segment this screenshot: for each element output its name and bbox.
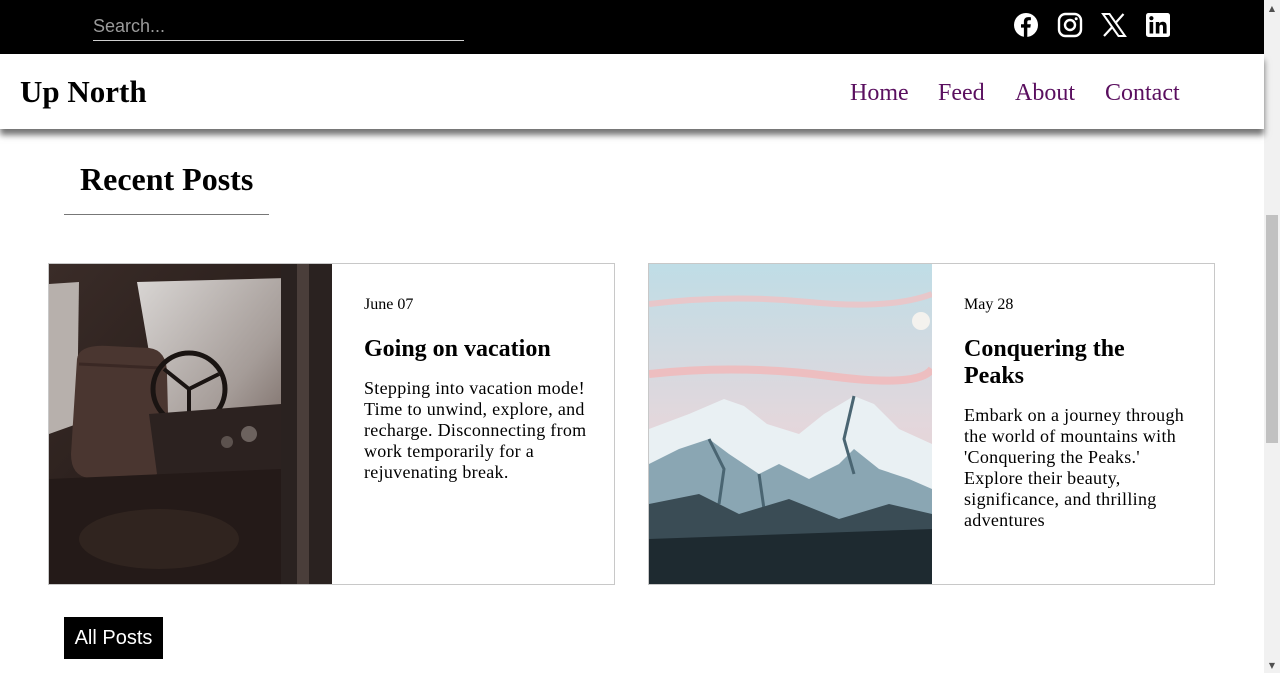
scroll-up-icon[interactable]: ▲ [1264, 0, 1280, 16]
x-icon[interactable] [1101, 12, 1127, 38]
nav-about[interactable]: About [1015, 80, 1075, 107]
nav-contact[interactable]: Contact [1105, 80, 1180, 107]
top-bar [0, 0, 1264, 54]
post-title[interactable]: Conquering the Peaks [964, 336, 1189, 390]
post-image-truck[interactable] [49, 264, 332, 584]
nav-home[interactable]: Home [850, 80, 909, 107]
section-divider [64, 214, 269, 215]
search-input[interactable] [93, 12, 464, 41]
facebook-icon[interactable] [1013, 12, 1039, 38]
post-date: May 28 [964, 296, 1014, 313]
page: Up North Home Feed About Contact Recent … [0, 0, 1280, 673]
section-title: Recent Posts [80, 161, 254, 197]
scrollbar[interactable]: ▲ ▼ [1264, 0, 1280, 673]
site-header: Up North Home Feed About Contact [0, 54, 1264, 129]
post-body: May 28 Conquering the Peaks Embark on a … [964, 296, 1189, 531]
post-excerpt: Stepping into vacation mode! Time to unw… [364, 378, 587, 482]
site-logo[interactable]: Up North [20, 74, 147, 110]
post-date: June 07 [364, 296, 414, 313]
post-title[interactable]: Going on vacation [364, 336, 589, 363]
linkedin-icon[interactable] [1145, 12, 1171, 38]
nav-feed[interactable]: Feed [938, 80, 985, 107]
post-body: June 07 Going on vacation Stepping into … [364, 296, 589, 483]
post-image-mountains[interactable] [649, 264, 932, 584]
post-card[interactable]: June 07 Going on vacation Stepping into … [48, 263, 615, 585]
scroll-thumb[interactable] [1266, 215, 1278, 443]
all-posts-button[interactable]: All Posts [64, 617, 163, 659]
scroll-down-icon[interactable]: ▼ [1264, 657, 1280, 673]
post-excerpt: Embark on a journey through the world of… [964, 405, 1185, 530]
instagram-icon[interactable] [1057, 12, 1083, 38]
post-card[interactable]: May 28 Conquering the Peaks Embark on a … [648, 263, 1215, 585]
